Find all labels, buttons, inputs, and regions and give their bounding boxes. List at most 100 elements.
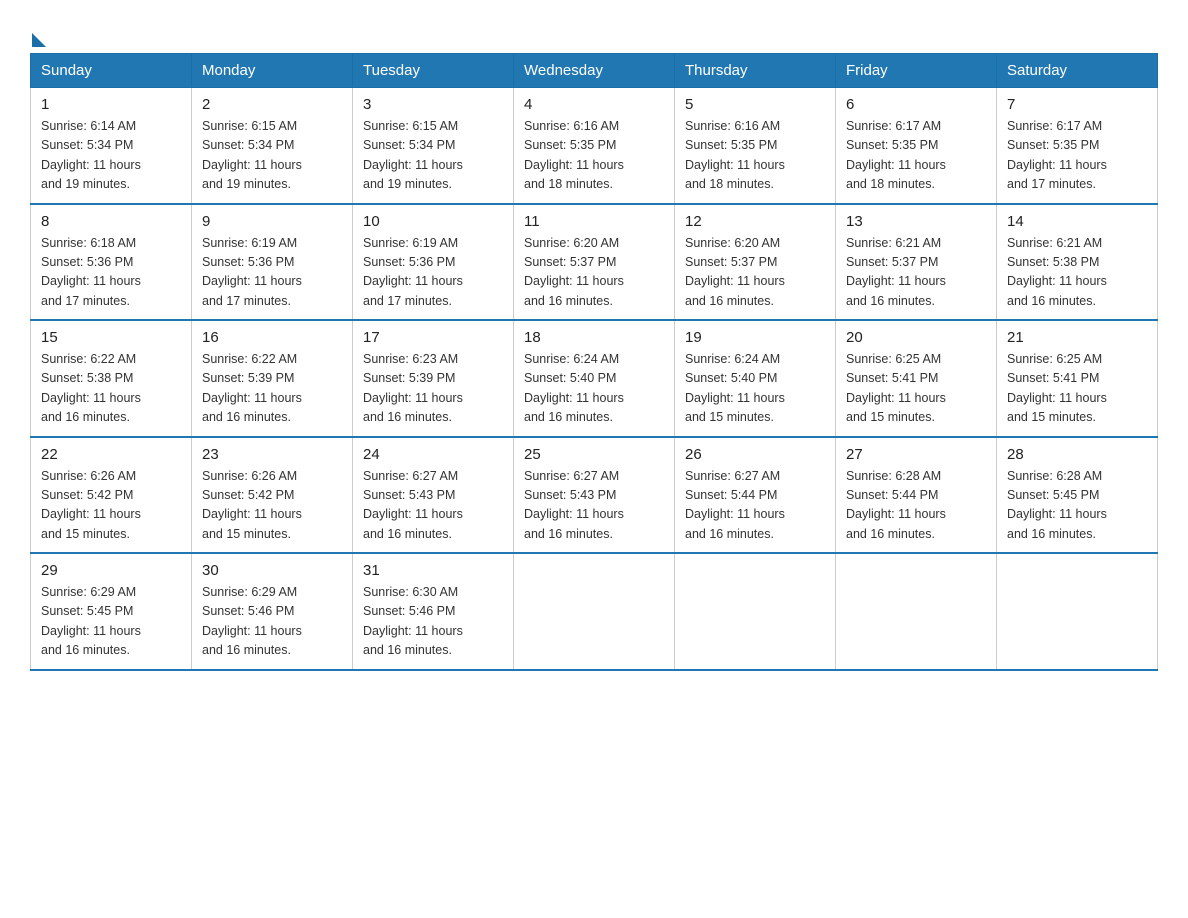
calendar-week-row: 22 Sunrise: 6:26 AMSunset: 5:42 PMDaylig… (31, 437, 1158, 554)
calendar-cell: 5 Sunrise: 6:16 AMSunset: 5:35 PMDayligh… (675, 88, 836, 204)
day-number: 6 (846, 96, 986, 113)
day-number: 25 (524, 446, 664, 463)
calendar-cell: 4 Sunrise: 6:16 AMSunset: 5:35 PMDayligh… (514, 88, 675, 204)
day-info: Sunrise: 6:29 AMSunset: 5:45 PMDaylight:… (41, 585, 141, 657)
calendar-cell: 2 Sunrise: 6:15 AMSunset: 5:34 PMDayligh… (192, 88, 353, 204)
day-info: Sunrise: 6:18 AMSunset: 5:36 PMDaylight:… (41, 236, 141, 308)
calendar-cell: 17 Sunrise: 6:23 AMSunset: 5:39 PMDaylig… (353, 320, 514, 437)
day-number: 16 (202, 329, 342, 346)
day-info: Sunrise: 6:16 AMSunset: 5:35 PMDaylight:… (685, 119, 785, 191)
day-info: Sunrise: 6:22 AMSunset: 5:38 PMDaylight:… (41, 352, 141, 424)
day-info: Sunrise: 6:28 AMSunset: 5:45 PMDaylight:… (1007, 469, 1107, 541)
day-info: Sunrise: 6:17 AMSunset: 5:35 PMDaylight:… (846, 119, 946, 191)
calendar-week-row: 29 Sunrise: 6:29 AMSunset: 5:45 PMDaylig… (31, 553, 1158, 670)
day-number: 4 (524, 96, 664, 113)
day-info: Sunrise: 6:21 AMSunset: 5:37 PMDaylight:… (846, 236, 946, 308)
day-number: 18 (524, 329, 664, 346)
day-info: Sunrise: 6:30 AMSunset: 5:46 PMDaylight:… (363, 585, 463, 657)
day-info: Sunrise: 6:15 AMSunset: 5:34 PMDaylight:… (363, 119, 463, 191)
day-info: Sunrise: 6:24 AMSunset: 5:40 PMDaylight:… (685, 352, 785, 424)
day-info: Sunrise: 6:29 AMSunset: 5:46 PMDaylight:… (202, 585, 302, 657)
day-info: Sunrise: 6:17 AMSunset: 5:35 PMDaylight:… (1007, 119, 1107, 191)
day-info: Sunrise: 6:23 AMSunset: 5:39 PMDaylight:… (363, 352, 463, 424)
day-info: Sunrise: 6:15 AMSunset: 5:34 PMDaylight:… (202, 119, 302, 191)
day-number: 13 (846, 213, 986, 230)
day-info: Sunrise: 6:26 AMSunset: 5:42 PMDaylight:… (202, 469, 302, 541)
calendar-cell: 28 Sunrise: 6:28 AMSunset: 5:45 PMDaylig… (997, 437, 1158, 554)
day-number: 28 (1007, 446, 1147, 463)
day-number: 5 (685, 96, 825, 113)
day-info: Sunrise: 6:16 AMSunset: 5:35 PMDaylight:… (524, 119, 624, 191)
calendar-cell: 6 Sunrise: 6:17 AMSunset: 5:35 PMDayligh… (836, 88, 997, 204)
day-number: 19 (685, 329, 825, 346)
calendar-cell: 21 Sunrise: 6:25 AMSunset: 5:41 PMDaylig… (997, 320, 1158, 437)
calendar-cell: 13 Sunrise: 6:21 AMSunset: 5:37 PMDaylig… (836, 204, 997, 321)
weekday-header-wednesday: Wednesday (514, 54, 675, 88)
calendar-table: SundayMondayTuesdayWednesdayThursdayFrid… (30, 53, 1158, 671)
day-number: 29 (41, 562, 181, 579)
calendar-cell: 3 Sunrise: 6:15 AMSunset: 5:34 PMDayligh… (353, 88, 514, 204)
day-number: 2 (202, 96, 342, 113)
day-number: 14 (1007, 213, 1147, 230)
calendar-week-row: 15 Sunrise: 6:22 AMSunset: 5:38 PMDaylig… (31, 320, 1158, 437)
calendar-cell: 29 Sunrise: 6:29 AMSunset: 5:45 PMDaylig… (31, 553, 192, 670)
day-number: 1 (41, 96, 181, 113)
calendar-cell: 24 Sunrise: 6:27 AMSunset: 5:43 PMDaylig… (353, 437, 514, 554)
calendar-cell: 20 Sunrise: 6:25 AMSunset: 5:41 PMDaylig… (836, 320, 997, 437)
calendar-cell: 10 Sunrise: 6:19 AMSunset: 5:36 PMDaylig… (353, 204, 514, 321)
day-info: Sunrise: 6:14 AMSunset: 5:34 PMDaylight:… (41, 119, 141, 191)
day-info: Sunrise: 6:19 AMSunset: 5:36 PMDaylight:… (363, 236, 463, 308)
day-info: Sunrise: 6:19 AMSunset: 5:36 PMDaylight:… (202, 236, 302, 308)
day-number: 24 (363, 446, 503, 463)
page-header (30, 20, 1158, 43)
day-info: Sunrise: 6:22 AMSunset: 5:39 PMDaylight:… (202, 352, 302, 424)
day-info: Sunrise: 6:26 AMSunset: 5:42 PMDaylight:… (41, 469, 141, 541)
calendar-cell: 23 Sunrise: 6:26 AMSunset: 5:42 PMDaylig… (192, 437, 353, 554)
weekday-header-friday: Friday (836, 54, 997, 88)
day-number: 27 (846, 446, 986, 463)
day-number: 30 (202, 562, 342, 579)
day-number: 26 (685, 446, 825, 463)
day-info: Sunrise: 6:27 AMSunset: 5:43 PMDaylight:… (363, 469, 463, 541)
day-info: Sunrise: 6:27 AMSunset: 5:43 PMDaylight:… (524, 469, 624, 541)
logo (30, 25, 46, 43)
day-number: 21 (1007, 329, 1147, 346)
day-info: Sunrise: 6:25 AMSunset: 5:41 PMDaylight:… (846, 352, 946, 424)
weekday-header-thursday: Thursday (675, 54, 836, 88)
weekday-header-monday: Monday (192, 54, 353, 88)
calendar-cell: 18 Sunrise: 6:24 AMSunset: 5:40 PMDaylig… (514, 320, 675, 437)
day-info: Sunrise: 6:27 AMSunset: 5:44 PMDaylight:… (685, 469, 785, 541)
calendar-cell: 15 Sunrise: 6:22 AMSunset: 5:38 PMDaylig… (31, 320, 192, 437)
calendar-cell (997, 553, 1158, 670)
calendar-week-row: 1 Sunrise: 6:14 AMSunset: 5:34 PMDayligh… (31, 88, 1158, 204)
calendar-week-row: 8 Sunrise: 6:18 AMSunset: 5:36 PMDayligh… (31, 204, 1158, 321)
day-number: 10 (363, 213, 503, 230)
day-number: 20 (846, 329, 986, 346)
calendar-cell: 1 Sunrise: 6:14 AMSunset: 5:34 PMDayligh… (31, 88, 192, 204)
day-number: 17 (363, 329, 503, 346)
day-number: 9 (202, 213, 342, 230)
day-number: 22 (41, 446, 181, 463)
calendar-cell: 30 Sunrise: 6:29 AMSunset: 5:46 PMDaylig… (192, 553, 353, 670)
logo-arrow-icon (32, 33, 46, 47)
day-number: 15 (41, 329, 181, 346)
calendar-cell: 27 Sunrise: 6:28 AMSunset: 5:44 PMDaylig… (836, 437, 997, 554)
calendar-cell: 9 Sunrise: 6:19 AMSunset: 5:36 PMDayligh… (192, 204, 353, 321)
weekday-header-sunday: Sunday (31, 54, 192, 88)
day-info: Sunrise: 6:21 AMSunset: 5:38 PMDaylight:… (1007, 236, 1107, 308)
day-number: 11 (524, 213, 664, 230)
calendar-cell (836, 553, 997, 670)
calendar-cell: 7 Sunrise: 6:17 AMSunset: 5:35 PMDayligh… (997, 88, 1158, 204)
calendar-cell: 25 Sunrise: 6:27 AMSunset: 5:43 PMDaylig… (514, 437, 675, 554)
calendar-cell: 16 Sunrise: 6:22 AMSunset: 5:39 PMDaylig… (192, 320, 353, 437)
day-number: 8 (41, 213, 181, 230)
calendar-cell (514, 553, 675, 670)
weekday-header-tuesday: Tuesday (353, 54, 514, 88)
calendar-cell (675, 553, 836, 670)
day-number: 3 (363, 96, 503, 113)
calendar-cell: 26 Sunrise: 6:27 AMSunset: 5:44 PMDaylig… (675, 437, 836, 554)
calendar-cell: 19 Sunrise: 6:24 AMSunset: 5:40 PMDaylig… (675, 320, 836, 437)
calendar-cell: 11 Sunrise: 6:20 AMSunset: 5:37 PMDaylig… (514, 204, 675, 321)
weekday-header-row: SundayMondayTuesdayWednesdayThursdayFrid… (31, 54, 1158, 88)
weekday-header-saturday: Saturday (997, 54, 1158, 88)
